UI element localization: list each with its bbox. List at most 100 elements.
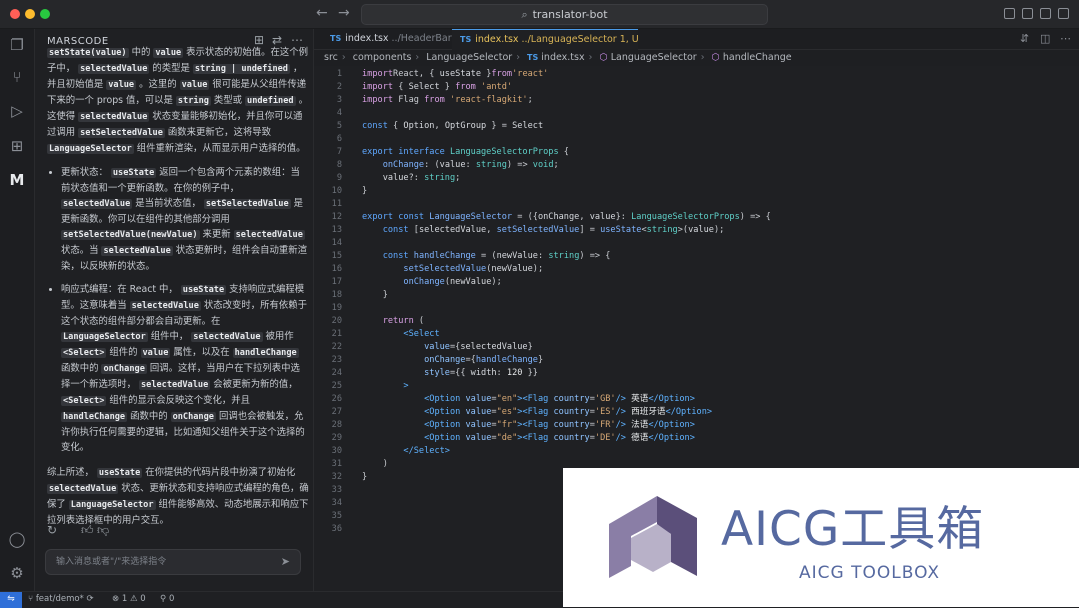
inline-code: selectedValue	[78, 112, 150, 122]
warning-count: 0	[140, 594, 146, 604]
error-count: 1	[121, 594, 128, 604]
breadcrumb-item[interactable]: LanguageSelector	[611, 52, 697, 63]
inline-code: value	[153, 48, 184, 58]
close-window-button[interactable]	[10, 9, 20, 19]
code-text: onChange: (value: string) => void;	[382, 160, 559, 170]
function-symbol-icon: ⬡	[711, 52, 720, 63]
line-number: 22	[331, 342, 342, 352]
breadcrumb-item[interactable]: index.tsx	[541, 52, 584, 63]
line-number: 10	[331, 186, 342, 196]
inline-code: LanguageSelector	[47, 144, 134, 154]
code-text: )	[362, 459, 388, 469]
problems-status[interactable]: ⊗ 1 ⚠ 0	[112, 592, 146, 607]
code-text: value?: string;	[382, 173, 461, 183]
inline-code: string | undefined	[192, 64, 290, 74]
code-text: export interface LanguageSelectorProps {	[362, 147, 569, 157]
toggle-secondary-sidebar-icon[interactable]	[1040, 8, 1051, 19]
line-number: 11	[331, 199, 342, 209]
line-number: 8	[336, 160, 342, 170]
compare-icon[interactable]: ⇵	[1020, 32, 1029, 45]
tab-language-selector[interactable]: TS index.tsx ../LanguageSelector 1, U	[452, 29, 639, 50]
code-text: setSelectedValue(newValue);	[403, 264, 544, 274]
thumbs-up-icon[interactable]: 👍︎	[81, 523, 94, 538]
chat-text: 组件重新渲染，从而显示用户选择的值。	[133, 143, 306, 154]
back-arrow-icon[interactable]: ←	[316, 5, 328, 21]
inline-code: selectedValue	[78, 64, 150, 74]
inline-code: selectedValue	[138, 380, 211, 390]
code-text: <Option value="de"><Flag country='DE'/> …	[424, 433, 695, 443]
breadcrumb-item[interactable]: handleChange	[723, 52, 792, 63]
run-debug-icon[interactable]: ▷	[7, 101, 27, 121]
inline-code: onChange	[170, 412, 216, 422]
line-number: 34	[331, 498, 342, 508]
line-number: 25	[331, 381, 342, 391]
extensions-icon[interactable]: ⊞	[7, 136, 27, 156]
maximize-window-button[interactable]	[40, 9, 50, 19]
inline-code: handleChange	[61, 412, 128, 422]
forward-arrow-icon[interactable]: →	[338, 5, 350, 21]
branch-status[interactable]: ⑂ feat/demo* ⟳	[28, 592, 94, 607]
inline-code: value	[179, 80, 210, 90]
toggle-panel-icon[interactable]	[1022, 8, 1033, 19]
chat-input[interactable]: 输入消息或者"/"来选择指令 ➤	[45, 549, 301, 575]
code-text: }	[362, 472, 368, 482]
chat-text: 函数中的	[127, 411, 171, 422]
chat-text: 组件的	[106, 347, 141, 358]
inline-code: selectedValue	[101, 246, 173, 256]
toggle-primary-sidebar-icon[interactable]	[1004, 8, 1015, 19]
thumbs-down-icon[interactable]: 👎︎	[97, 523, 109, 538]
chat-text: 响应式编程：在 React 中，	[61, 284, 181, 295]
line-number: 35	[331, 511, 342, 521]
code-text: importReact, { useState }from'react'	[362, 69, 549, 79]
chat-bullet-reactive: 响应式编程：在 React 中， useState 支持响应式编程模型。这意味着…	[61, 282, 309, 455]
inline-code: handleChange	[232, 348, 299, 358]
chat-text: 更新状态：	[61, 167, 111, 178]
code-text: const [selectedValue, setSelectedValue] …	[382, 225, 725, 235]
remote-icon[interactable]: ⇋	[0, 592, 22, 608]
line-number: 13	[331, 225, 342, 235]
chat-text: 类型或	[210, 95, 246, 106]
inline-code: string	[175, 96, 211, 106]
settings-gear-icon[interactable]: ⚙	[7, 563, 27, 583]
line-number: 33	[331, 485, 342, 495]
explorer-icon[interactable]: ❐	[7, 35, 27, 55]
marscode-icon[interactable]: M	[7, 170, 27, 190]
code-text: import { Select } from 'antd'	[362, 82, 513, 92]
code-text: >	[403, 381, 409, 391]
line-number: 36	[331, 524, 342, 534]
inline-code: selectedValue	[191, 332, 263, 342]
tab-header-bar[interactable]: TS index.tsx ../HeaderBar	[322, 29, 452, 49]
inline-code: <Select>	[61, 348, 107, 358]
line-number: 27	[331, 407, 342, 417]
line-number: 23	[331, 355, 342, 365]
minimize-window-button[interactable]	[25, 9, 35, 19]
code-text: <Option value="fr"><Flag country='FR'/> …	[424, 420, 695, 430]
watermark-subtitle: AICG TOOLBOX	[799, 563, 941, 583]
breadcrumb-item[interactable]: LanguageSelector	[426, 52, 512, 63]
title-bar: ← → ⌕ translator-bot	[0, 0, 1079, 29]
source-control-icon[interactable]: ⑂	[7, 67, 27, 87]
line-number: 1	[336, 69, 342, 79]
chat-text: 属性，以及在	[170, 347, 233, 358]
split-editor-icon[interactable]: ◫	[1040, 32, 1050, 45]
code-text: style={{ width: 120 }}	[424, 368, 538, 378]
more-actions-icon[interactable]: ⋯	[1060, 32, 1071, 45]
breadcrumb: src › components › LanguageSelector › TS in…	[324, 52, 792, 63]
line-number: 12	[331, 212, 342, 222]
breadcrumb-item[interactable]: src	[324, 52, 338, 63]
regenerate-icon[interactable]: ↻	[47, 523, 57, 537]
customize-layout-icon[interactable]	[1058, 8, 1069, 19]
send-icon[interactable]: ➤	[281, 550, 290, 574]
breadcrumb-item[interactable]: components	[353, 52, 412, 63]
ports-status[interactable]: ⚲ 0	[160, 592, 174, 607]
port-count: 0	[168, 594, 175, 604]
account-icon[interactable]: ◯	[7, 529, 27, 549]
command-center-search[interactable]: ⌕ translator-bot	[361, 4, 768, 25]
branch-name: feat/demo*	[35, 594, 84, 604]
inline-code: useState	[110, 168, 157, 178]
line-number: 31	[331, 459, 342, 469]
line-number: 17	[331, 277, 342, 287]
code-text: <Option value="en"><Flag country='GB'/> …	[424, 394, 695, 404]
search-icon: ⌕	[521, 8, 528, 21]
chat-bullet-update-state: 更新状态： useState 返回一个包含两个元素的数组：当前状态值和一个更新函…	[61, 165, 309, 274]
